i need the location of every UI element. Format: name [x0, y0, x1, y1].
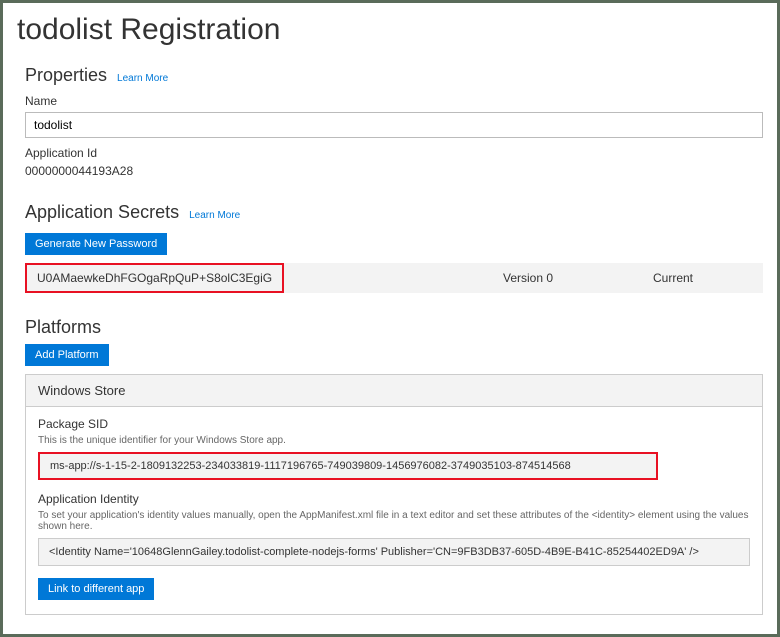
name-label: Name — [25, 94, 763, 108]
identity-label: Application Identity — [38, 492, 750, 506]
properties-learn-more-link[interactable]: Learn More — [117, 73, 168, 84]
windows-store-platform: Windows Store Package SID This is the un… — [25, 374, 763, 615]
secret-value: U0AMaewkeDhFGOgaRpQuP+S8olC3EgiG — [25, 263, 284, 293]
generate-password-button[interactable]: Generate New Password — [25, 233, 167, 255]
secrets-learn-more-link[interactable]: Learn More — [189, 210, 240, 221]
secret-status: Current — [643, 265, 763, 291]
properties-section: Properties Learn More Name Application I… — [25, 65, 763, 178]
package-sid-value: ms-app://s-1-15-2-1809132253-234033819-1… — [38, 452, 658, 480]
windows-store-title: Windows Store — [26, 375, 762, 407]
package-sid-label: Package SID — [38, 417, 750, 431]
page-title: todolist Registration — [17, 13, 763, 47]
secret-version: Version 0 — [493, 265, 643, 291]
name-input[interactable] — [25, 112, 763, 138]
app-id-label: Application Id — [25, 146, 763, 160]
secrets-section: Application Secrets Learn More Generate … — [25, 202, 763, 293]
app-id-value: 0000000044193A28 — [25, 164, 763, 178]
secret-row: U0AMaewkeDhFGOgaRpQuP+S8olC3EgiG Version… — [25, 263, 763, 293]
platforms-section: Platforms Add Platform Windows Store Pac… — [25, 317, 763, 615]
properties-header: Properties — [25, 65, 107, 86]
platforms-header: Platforms — [25, 317, 101, 338]
identity-desc: To set your application's identity value… — [38, 510, 750, 532]
package-sid-desc: This is the unique identifier for your W… — [38, 435, 750, 446]
link-different-app-button[interactable]: Link to different app — [38, 578, 154, 600]
identity-value: <Identity Name='10648GlennGailey.todolis… — [38, 538, 750, 566]
secrets-header: Application Secrets — [25, 202, 179, 223]
add-platform-button[interactable]: Add Platform — [25, 344, 109, 366]
